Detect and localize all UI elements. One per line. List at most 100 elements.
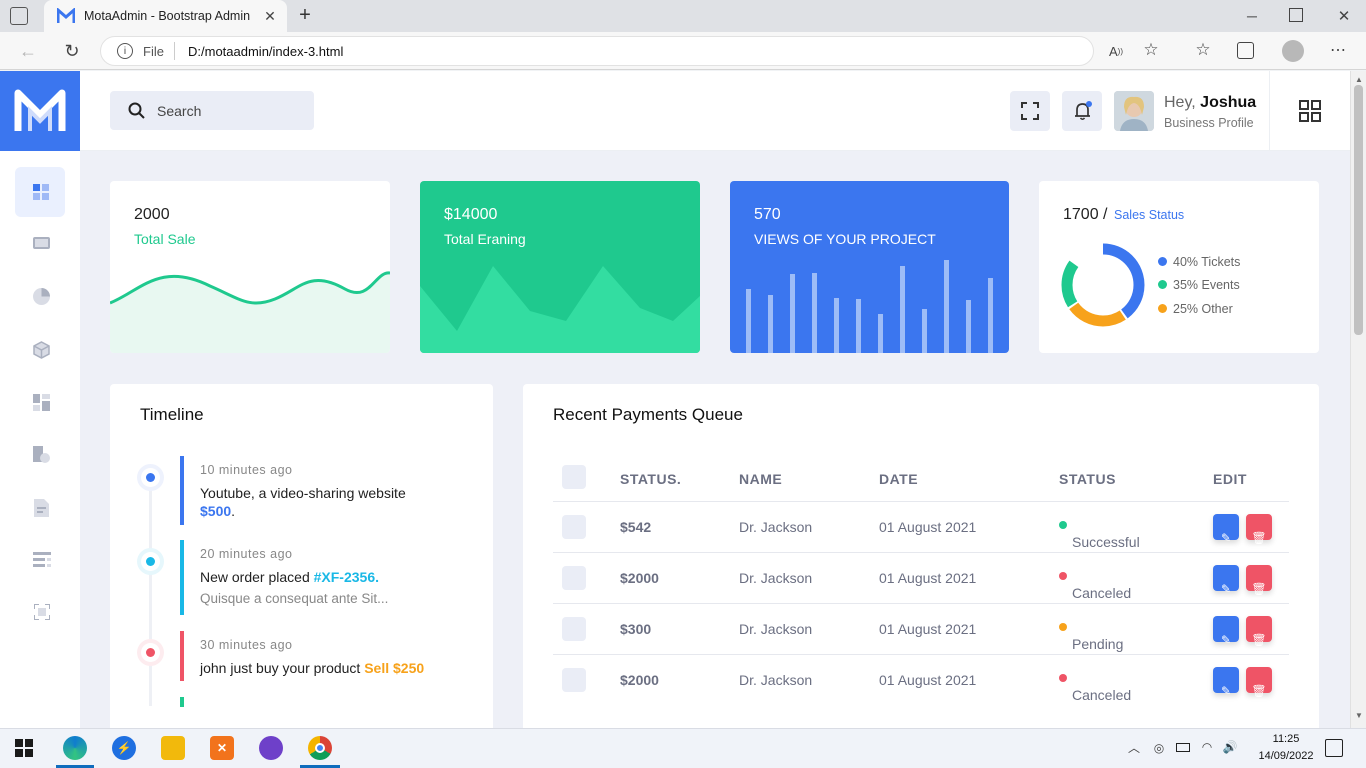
- header-divider: [1269, 71, 1270, 151]
- profile-avatar-icon[interactable]: [1282, 40, 1304, 62]
- chrome-icon[interactable]: [308, 736, 332, 760]
- chevron-up-icon[interactable]: ︿: [1127, 739, 1141, 755]
- document-icon[interactable]: [34, 499, 49, 517]
- monitor-icon[interactable]: [33, 237, 50, 249]
- timeline-highlight: Sell $250: [364, 660, 425, 676]
- sidebar-item-dashboard[interactable]: [15, 167, 65, 217]
- delete-button[interactable]: 🗑: [1246, 514, 1272, 545]
- favorites-icon[interactable]: ☆: [1193, 40, 1213, 60]
- greeting-line: Hey, Joshua: [1164, 94, 1256, 112]
- github-desktop-icon[interactable]: [259, 736, 283, 760]
- sale-wave-chart: [110, 271, 390, 353]
- trash-icon: 🗑: [1251, 531, 1267, 545]
- edit-button[interactable]: ✎: [1213, 565, 1239, 596]
- earning-area-chart: [420, 266, 700, 353]
- volume-icon[interactable]: 🔊: [1222, 739, 1238, 755]
- edit-button[interactable]: ✎: [1213, 667, 1239, 698]
- pages-icon[interactable]: [34, 604, 50, 620]
- windows-start-icon[interactable]: [15, 739, 33, 757]
- column-header[interactable]: DATE: [879, 471, 918, 487]
- minimize-icon[interactable]: ─: [1243, 6, 1261, 26]
- legend-dot: [1158, 257, 1167, 266]
- edge-icon[interactable]: [63, 736, 87, 760]
- row-checkbox[interactable]: [562, 515, 586, 539]
- url-text[interactable]: D:/motaadmin/index-3.html: [188, 44, 343, 59]
- row-checkbox[interactable]: [562, 566, 586, 590]
- status-dot: [1059, 572, 1067, 580]
- timeline-highlight: #XF-2356.: [313, 569, 379, 585]
- delete-button[interactable]: 🗑: [1246, 616, 1272, 647]
- edit-button[interactable]: ✎: [1213, 514, 1239, 545]
- clock-time[interactable]: 11:25: [1264, 733, 1308, 745]
- brand-logo[interactable]: [0, 71, 80, 151]
- layout-icon[interactable]: [33, 394, 50, 411]
- column-header[interactable]: NAME: [739, 471, 782, 487]
- column-header[interactable]: EDIT: [1213, 471, 1247, 487]
- xampp-icon[interactable]: ✕: [210, 736, 234, 760]
- pencil-icon: ✎: [1220, 684, 1232, 698]
- payment-name: Dr. Jackson: [739, 570, 813, 586]
- payment-name: Dr. Jackson: [739, 672, 813, 688]
- timeline-text: New order placed: [200, 569, 310, 585]
- collections-icon[interactable]: [1237, 42, 1254, 59]
- new-tab-icon[interactable]: +: [295, 4, 315, 26]
- table-row: $2000 Dr. Jackson 01 August 2021 Cancele…: [553, 655, 1289, 706]
- components-icon[interactable]: [33, 446, 51, 464]
- stat-value: 1700 /: [1063, 206, 1108, 223]
- reload-icon[interactable]: ↻: [61, 40, 83, 62]
- back-icon[interactable]: ←: [17, 40, 39, 62]
- close-window-icon[interactable]: ✕: [1335, 6, 1353, 26]
- scroll-up-icon[interactable]: ▲: [1355, 75, 1363, 84]
- payments-table-header: STATUS. NAME DATE STATUS EDIT: [553, 455, 1289, 502]
- row-checkbox[interactable]: [562, 617, 586, 641]
- tab-actions-icon[interactable]: [10, 7, 28, 25]
- more-menu-icon[interactable]: ⋯: [1328, 40, 1348, 60]
- fullscreen-button[interactable]: [1010, 91, 1050, 131]
- page-scrollbar[interactable]: ▲ ▼: [1350, 71, 1366, 728]
- notification-center-icon[interactable]: [1325, 739, 1343, 757]
- info-icon[interactable]: i: [117, 43, 133, 59]
- notifications-button[interactable]: [1062, 91, 1102, 131]
- dashboard-icon: [33, 184, 49, 200]
- logo-icon: [14, 89, 66, 131]
- status-text: Canceled: [1072, 687, 1132, 703]
- wifi-icon[interactable]: ◠: [1200, 739, 1214, 755]
- payment-name: Dr. Jackson: [739, 519, 813, 535]
- avatar-image: [1114, 91, 1154, 131]
- delete-button[interactable]: 🗑: [1246, 565, 1272, 596]
- clock-date[interactable]: 14/09/2022: [1250, 750, 1322, 762]
- table-icon[interactable]: [33, 552, 51, 567]
- close-tab-icon[interactable]: ✕: [262, 8, 278, 24]
- meet-icon[interactable]: ◎: [1152, 740, 1166, 756]
- scrollbar-thumb[interactable]: [1354, 85, 1363, 335]
- pencil-icon: ✎: [1220, 531, 1232, 545]
- select-all-checkbox[interactable]: [562, 465, 586, 489]
- search-input[interactable]: Search: [110, 91, 314, 130]
- column-header[interactable]: STATUS.: [620, 471, 681, 487]
- add-favorite-icon[interactable]: ☆: [1141, 40, 1161, 60]
- read-aloud-icon[interactable]: A)): [1106, 42, 1126, 60]
- edit-button[interactable]: ✎: [1213, 616, 1239, 647]
- row-checkbox[interactable]: [562, 668, 586, 692]
- bell-icon: [1075, 101, 1092, 120]
- timeline-suffix: .: [231, 503, 236, 519]
- sales-donut-chart: [1061, 243, 1145, 327]
- timeline-title: Timeline: [140, 405, 204, 424]
- stat-card-total-earning: $14000 Total Eraning: [420, 181, 700, 353]
- cube-icon[interactable]: [33, 341, 50, 359]
- battery-icon[interactable]: [1176, 743, 1190, 752]
- pie-chart-icon[interactable]: [33, 288, 50, 305]
- views-bar-chart: [746, 260, 993, 353]
- timeline-marker: [141, 552, 160, 571]
- url-scheme-label: File: [143, 44, 164, 59]
- file-explorer-icon[interactable]: [161, 736, 185, 760]
- restore-icon[interactable]: [1289, 8, 1303, 22]
- legend-other: 25% Other: [1158, 302, 1233, 316]
- bolt-app-icon[interactable]: ⚡: [112, 736, 136, 760]
- column-header[interactable]: STATUS: [1059, 471, 1116, 487]
- delete-button[interactable]: 🗑: [1246, 667, 1272, 698]
- user-avatar[interactable]: [1114, 91, 1154, 131]
- timeline-card: Timeline 10 minutes ago Youtube, a video…: [110, 384, 493, 728]
- apps-grid-icon[interactable]: [1299, 100, 1321, 122]
- scroll-down-icon[interactable]: ▼: [1355, 711, 1363, 720]
